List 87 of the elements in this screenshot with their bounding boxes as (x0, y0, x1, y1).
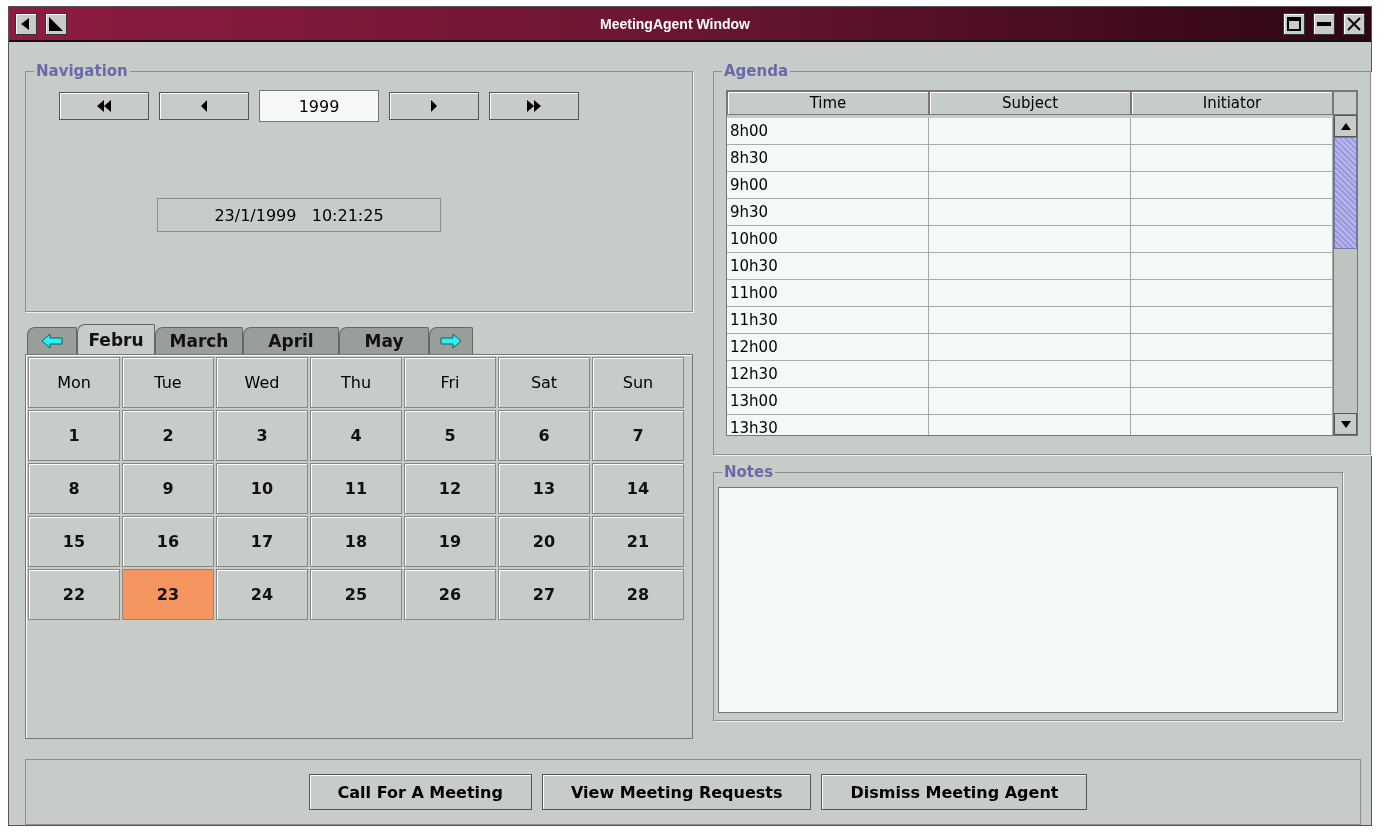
month-tab[interactable]: March (155, 327, 243, 354)
weekday-header: Tue (122, 357, 214, 408)
day-button[interactable]: 26 (404, 569, 496, 620)
action-button[interactable]: Call For A Meeting (308, 774, 532, 810)
day-button[interactable]: 25 (310, 569, 402, 620)
day-button[interactable]: 18 (310, 516, 402, 567)
close-button[interactable] (1343, 12, 1365, 35)
panel-title: Agenda (723, 62, 790, 80)
table-cell: 9h30 (727, 199, 929, 226)
table-cell: 12h00 (727, 334, 929, 361)
day-button[interactable]: 10 (216, 463, 308, 514)
corner-triangle-icon (49, 16, 63, 31)
day-button[interactable]: 27 (498, 569, 590, 620)
table-cell: 8h00 (727, 118, 929, 145)
table-cell: 13h30 (727, 415, 929, 435)
window-title: MeetingAgent Window (599, 15, 751, 32)
right-arrow-icon (440, 333, 462, 349)
column-header: Time (727, 91, 929, 115)
left-arrow-icon (41, 333, 63, 349)
day-button[interactable]: 9 (122, 463, 214, 514)
day-button[interactable]: 13 (498, 463, 590, 514)
weekday-header: Mon (28, 357, 120, 408)
table-cell: 10h30 (727, 253, 929, 280)
year-field[interactable]: 1999 (259, 90, 379, 122)
double-left-icon (97, 100, 111, 112)
table-cell: 12h30 (727, 361, 929, 388)
double-right-icon (527, 100, 541, 112)
maximize-button[interactable] (1283, 12, 1305, 35)
day-button[interactable]: 2 (122, 410, 214, 461)
scroll-tab[interactable] (429, 327, 473, 354)
day-button[interactable]: 3 (216, 410, 308, 461)
next-button[interactable] (389, 92, 479, 120)
day-button[interactable]: 15 (28, 516, 120, 567)
day-button[interactable]: 12 (404, 463, 496, 514)
table-cell: 11h00 (727, 280, 929, 307)
day-button[interactable]: 14 (592, 463, 684, 514)
table-cell: 11h30 (727, 307, 929, 334)
panel-title: Notes (723, 463, 775, 481)
day-button[interactable]: 1 (28, 410, 120, 461)
day-button[interactable]: 17 (216, 516, 308, 567)
day-button[interactable]: 19 (404, 516, 496, 567)
window-menu-button[interactable] (15, 12, 37, 35)
day-button[interactable]: 28 (592, 569, 684, 620)
day-button[interactable]: 5 (404, 410, 496, 461)
date-time-display: 23/1/1999 10:21:25 (157, 198, 441, 232)
minimize-button[interactable] (1313, 12, 1335, 35)
maximize-icon (1287, 16, 1301, 31)
column-header: Subject (929, 91, 1131, 115)
weekday-header: Thu (310, 357, 402, 408)
scrollbar[interactable] (1333, 115, 1357, 435)
column-header: Initiator (1131, 91, 1333, 115)
weekday-header: Wed (216, 357, 308, 408)
day-button[interactable]: 7 (592, 410, 684, 461)
down-triangle-icon (1338, 418, 1353, 430)
panel-title: Navigation (35, 62, 129, 80)
window-shade-button[interactable] (45, 12, 67, 35)
next-year-button[interactable] (489, 92, 579, 120)
weekday-header: Sun (592, 357, 684, 408)
previous-year-button[interactable] (59, 92, 149, 120)
scrollbar-thumb[interactable] (1334, 137, 1357, 249)
day-button[interactable]: 16 (122, 516, 214, 567)
day-button[interactable]: 22 (28, 569, 120, 620)
table-cell: 8h30 (727, 145, 929, 172)
day-button[interactable]: 20 (498, 516, 590, 567)
day-button[interactable]: 4 (310, 410, 402, 461)
scroll-tab[interactable] (27, 327, 77, 354)
minimize-icon (1317, 21, 1331, 26)
weekday-header: Sat (498, 357, 590, 408)
day-button[interactable]: 6 (498, 410, 590, 461)
month-tab[interactable]: April (243, 327, 339, 354)
table-cell: 9h00 (727, 172, 929, 199)
table-cell: 10h00 (727, 226, 929, 253)
day-button[interactable]: 23 (122, 569, 214, 620)
day-button[interactable]: 11 (310, 463, 402, 514)
weekday-header: Fri (404, 357, 496, 408)
scroll-up-button[interactable] (1334, 115, 1357, 137)
day-button[interactable]: 8 (28, 463, 120, 514)
previous-button[interactable] (159, 92, 249, 120)
month-tab[interactable]: Febru (77, 324, 155, 354)
action-button[interactable]: View Meeting Requests (541, 774, 812, 810)
day-button[interactable]: 21 (592, 516, 684, 567)
day-button[interactable]: 24 (216, 569, 308, 620)
scroll-down-button[interactable] (1334, 413, 1357, 435)
month-tab[interactable]: May (339, 327, 429, 354)
action-button[interactable]: Dismiss Meeting Agent (821, 774, 1088, 810)
close-icon (1347, 16, 1361, 31)
table-cell: 13h00 (727, 388, 929, 415)
